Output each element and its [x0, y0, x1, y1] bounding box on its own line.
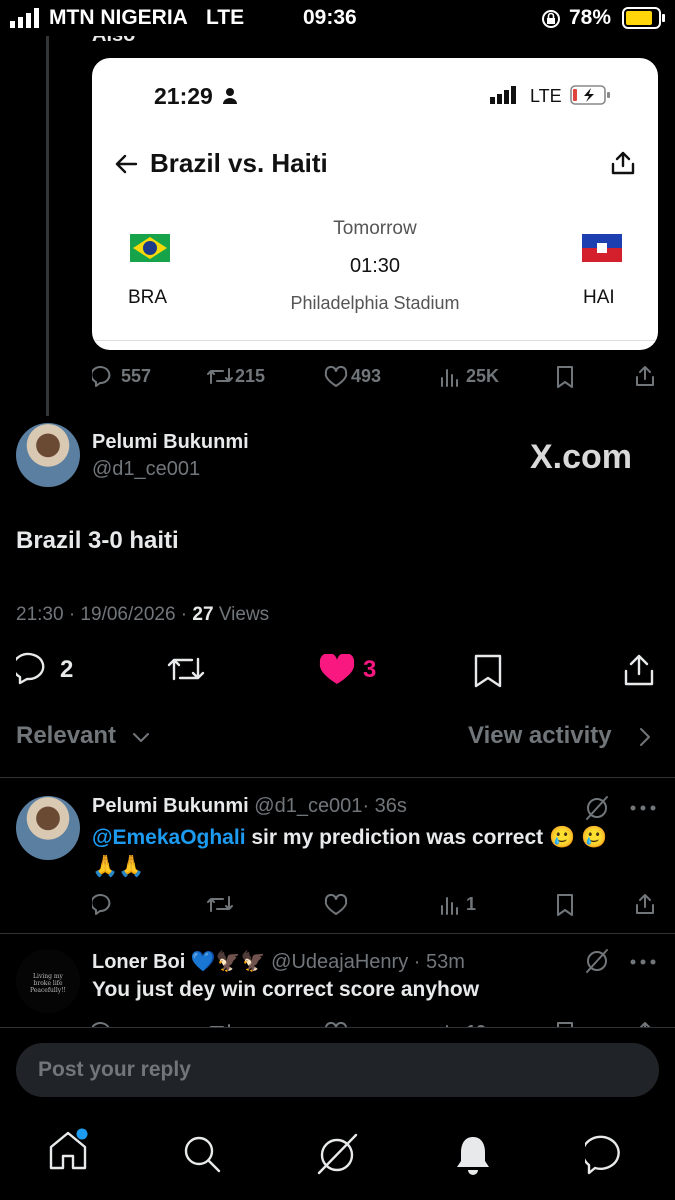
like-icon[interactable]	[323, 893, 349, 917]
like-icon[interactable]	[323, 365, 349, 389]
card-signal-icon	[490, 86, 516, 104]
match-title: Brazil vs. Haiti	[150, 148, 328, 178]
reply-author-name[interactable]: Pelumi Bukunmi	[92, 795, 249, 817]
orientation-lock-icon	[542, 10, 560, 28]
card-battery-icon	[570, 85, 610, 105]
reply-age: · 36s	[362, 795, 407, 817]
reply-icon[interactable]	[16, 652, 52, 686]
reply-input[interactable]: Post your reply	[16, 1043, 659, 1097]
reply-emoji-line: 🙏🙏	[92, 855, 145, 878]
share-icon[interactable]	[610, 150, 636, 176]
notifications-icon[interactable]	[454, 1134, 492, 1176]
thread-line	[46, 36, 49, 416]
bookmark-icon[interactable]	[472, 653, 504, 689]
author-handle[interactable]: @d1_ce001	[92, 458, 200, 481]
grok-icon[interactable]	[314, 1132, 360, 1176]
view-count: 27	[192, 604, 214, 625]
home-icon[interactable]	[46, 1128, 90, 1172]
away-team-code: HAI	[583, 287, 615, 308]
repost-icon[interactable]	[205, 893, 235, 915]
reply-icon[interactable]	[92, 892, 118, 916]
grok-icon[interactable]	[584, 795, 610, 821]
reply-body: sir my prediction was correct 🥲 🥲	[245, 826, 608, 849]
reply-header: Pelumi Bukunmi @d1_ce001· 36s	[92, 795, 407, 818]
haiti-flag	[582, 234, 622, 262]
chevron-right-icon[interactable]	[638, 727, 652, 747]
quoted-repost-count: 215	[235, 366, 266, 386]
card-divider	[92, 340, 658, 341]
reply-placeholder: Post your reply	[38, 1058, 191, 1081]
tweet-timestamp[interactable]: 21:30 · 19/06/2026 ·	[16, 604, 192, 625]
more-icon[interactable]	[630, 958, 656, 966]
share-icon[interactable]	[634, 892, 656, 916]
sort-label: Relevant	[16, 722, 117, 749]
bottom-nav	[0, 1120, 675, 1200]
avatar[interactable]	[16, 423, 80, 487]
venue: Philadelphia Stadium	[290, 293, 460, 313]
share-icon[interactable]	[622, 652, 656, 688]
reply-count: 2	[60, 656, 74, 683]
bookmark-icon[interactable]	[555, 365, 575, 389]
card-clock: 21:29	[154, 83, 213, 109]
avatar[interactable]: Living my broke life Peacefully!!	[16, 949, 80, 1013]
reply-clip: Living my broke life Peacefully!! Loner …	[0, 934, 675, 1027]
liked-heart-icon[interactable]	[318, 654, 356, 686]
person-icon	[223, 88, 237, 104]
divider	[0, 777, 675, 778]
bookmark-icon[interactable]	[555, 893, 575, 917]
battery-percent: 78%	[569, 6, 612, 29]
match-day: Tomorrow	[333, 218, 417, 239]
reply-author-handle[interactable]: @UdeajaHenry	[271, 951, 408, 973]
share-icon[interactable]	[634, 364, 656, 388]
quoted-reply-count: 557	[121, 366, 152, 386]
reply-text: You just dey win correct score anyhow	[92, 978, 480, 1001]
signal-icon	[10, 8, 39, 28]
like-count: 3	[363, 656, 377, 683]
reply-author-name[interactable]: Loner Boi 💙🦅🦅	[92, 951, 266, 973]
reply-author-handle[interactable]: @d1_ce001	[254, 795, 362, 817]
search-icon[interactable]	[182, 1134, 222, 1174]
avatar-text: Living my broke life Peacefully!!	[30, 973, 66, 994]
views-icon[interactable]	[439, 894, 461, 916]
match-screenshot-image[interactable]: 21:29 LTE Brazil vs. Haiti BRA Tomorrow …	[92, 58, 658, 350]
reply-view-count: 1	[466, 894, 477, 914]
more-icon[interactable]	[630, 804, 656, 812]
view-activity-link[interactable]: View activity	[468, 722, 612, 750]
tweet-meta: 21:30 · 19/06/2026 · 27 Views	[16, 604, 269, 626]
card-network: LTE	[530, 86, 562, 106]
grok-icon[interactable]	[584, 948, 610, 974]
tweet-text: Brazil 3-0 haiti	[16, 527, 179, 554]
share-icon[interactable]	[634, 1020, 656, 1027]
clock: 09:36	[303, 6, 357, 29]
reply-age: · 53m	[413, 951, 465, 973]
views-icon[interactable]	[439, 366, 461, 388]
messages-icon[interactable]	[585, 1134, 629, 1176]
reply-header: Loner Boi 💙🦅🦅 @UdeajaHenry · 53m	[92, 949, 465, 974]
carrier-name: MTN NIGERIA	[49, 6, 188, 29]
chevron-down-icon[interactable]	[132, 731, 150, 745]
back-arrow-icon[interactable]	[114, 153, 138, 175]
reply-actions: 1	[92, 891, 658, 917]
reply-icon[interactable]	[92, 1020, 118, 1027]
avatar[interactable]	[16, 796, 80, 860]
quoted-like-count: 493	[351, 366, 382, 386]
watermark-text: X.com	[530, 438, 633, 476]
views-label: Views	[213, 604, 270, 625]
quoted-actions: 557 215 493 25K	[92, 363, 658, 391]
mention-link[interactable]: @EmekaOghali	[92, 826, 246, 849]
repost-icon[interactable]	[166, 653, 206, 685]
reply-icon[interactable]	[92, 364, 118, 388]
quoted-view-count: 25K	[466, 366, 500, 386]
status-bar: MTN NIGERIA LTE 09:36 78%	[0, 0, 675, 36]
sort-dropdown[interactable]: Relevant	[16, 722, 116, 750]
divider	[0, 1027, 675, 1028]
network-type: LTE	[206, 6, 245, 29]
kickoff-time: 01:30	[349, 255, 401, 277]
repost-icon[interactable]	[205, 365, 235, 387]
reply-actions: 12	[92, 1019, 658, 1027]
author-name[interactable]: Pelumi Bukunmi	[92, 431, 249, 454]
reply-text: @EmekaOghali sir my prediction was corre…	[92, 823, 652, 881]
battery-icon	[622, 7, 665, 29]
